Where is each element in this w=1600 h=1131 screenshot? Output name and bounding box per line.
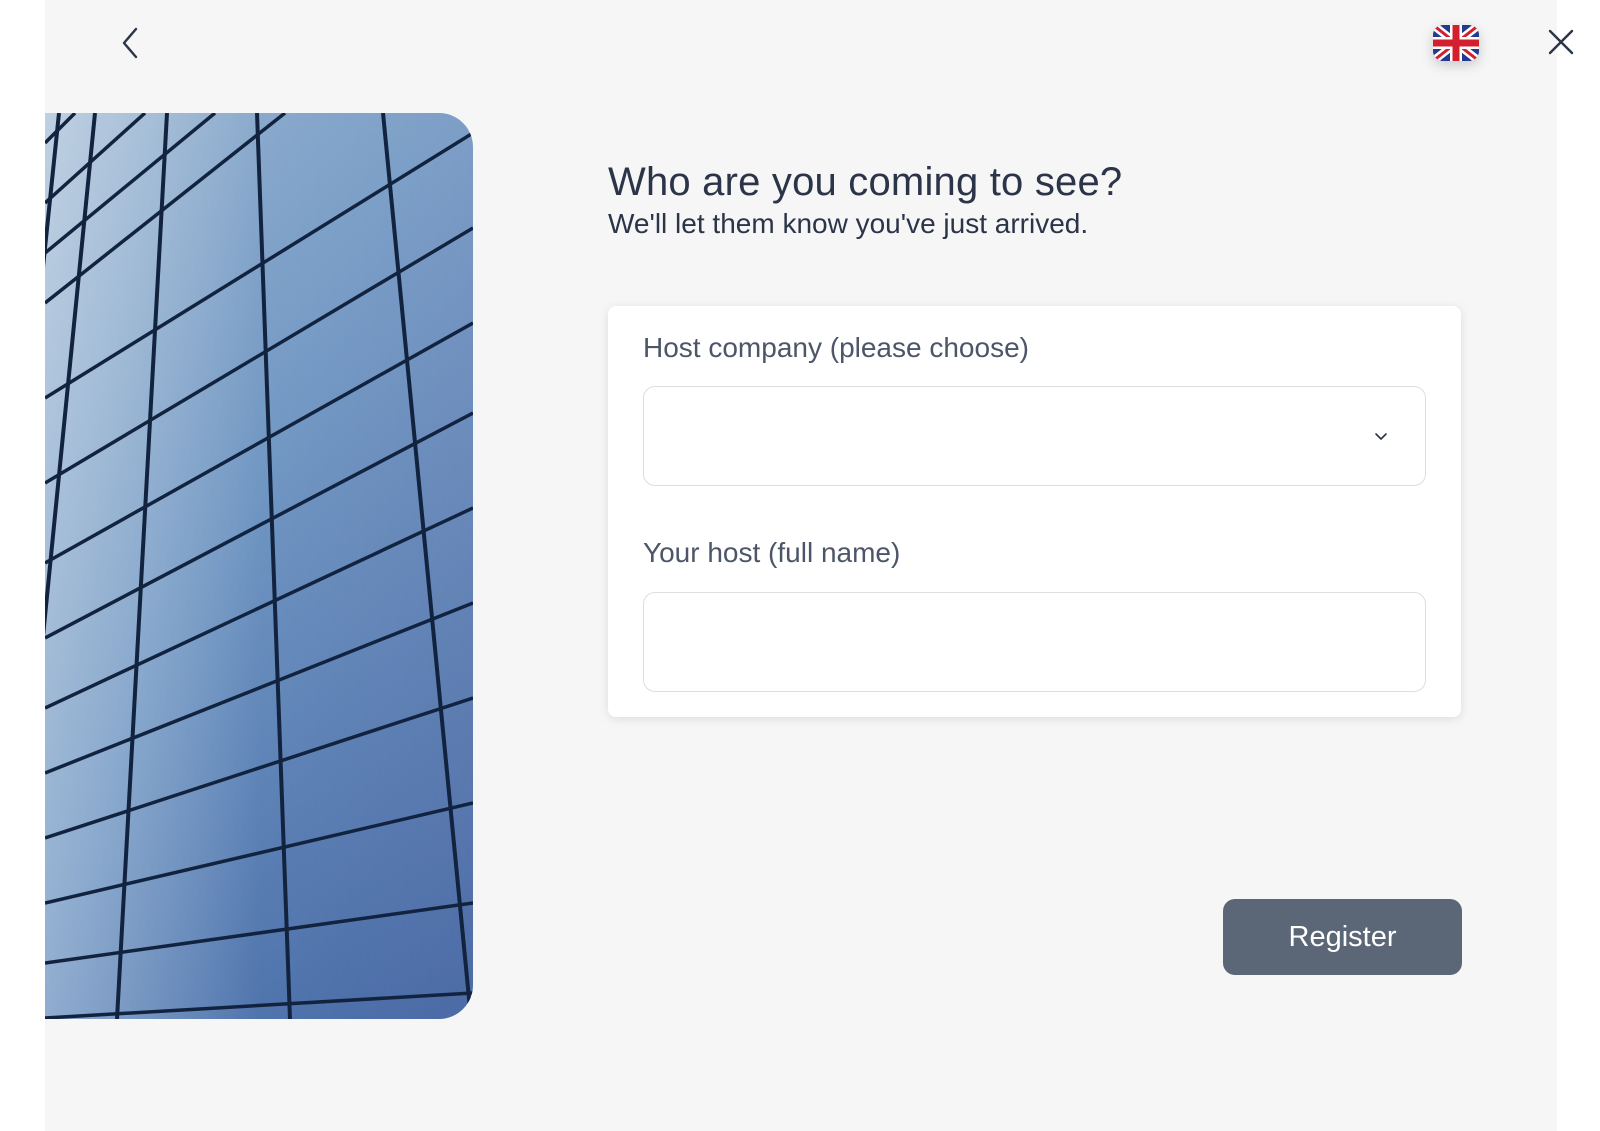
uk-flag-icon [1433, 25, 1479, 61]
register-button[interactable]: Register [1223, 899, 1462, 975]
building-facade-image [45, 113, 473, 1019]
back-button[interactable] [113, 24, 147, 62]
language-button[interactable] [1432, 23, 1480, 63]
host-form-card: Host company (please choose) Your host (… [608, 306, 1461, 717]
close-button[interactable] [1543, 24, 1579, 60]
visitor-checkin-screen: Who are you coming to see? We'll let the… [45, 0, 1574, 1131]
chevron-down-icon [1375, 433, 1387, 440]
host-company-label: Host company (please choose) [643, 332, 1029, 363]
host-name-label: Your host (full name) [643, 537, 901, 568]
page-subtitle: We'll let them know you've just arrived. [608, 208, 1089, 239]
chevron-left-icon [122, 27, 138, 59]
page-title: Who are you coming to see? [608, 160, 1123, 204]
host-name-input[interactable] [643, 592, 1426, 692]
host-company-select[interactable] [643, 386, 1426, 486]
close-icon [1548, 29, 1574, 55]
